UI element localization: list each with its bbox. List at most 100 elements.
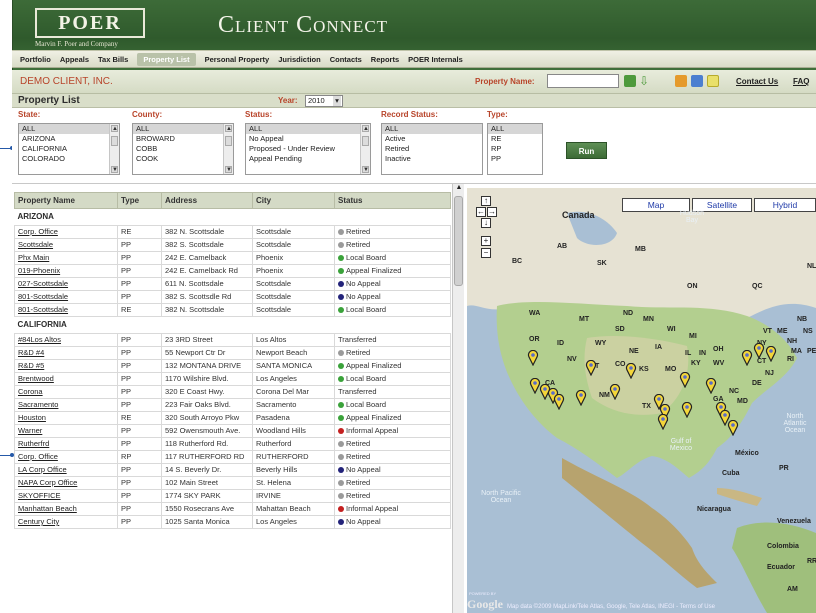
property-name-link[interactable]: Houston — [14, 411, 118, 425]
table-row[interactable]: Corp. Office RP 117 RUTHERFORD RD RUTHERFOR… — [14, 450, 451, 464]
property-marker-icon[interactable] — [765, 346, 777, 362]
property-marker-icon[interactable] — [679, 372, 691, 388]
property-name-link[interactable]: Manhattan Beach — [14, 502, 118, 516]
nav-item[interactable]: Reports — [371, 55, 399, 64]
scroll-thumb[interactable] — [225, 136, 232, 146]
zoom-out-icon[interactable]: − — [481, 248, 491, 258]
table-row[interactable]: Corona PP 320 E Coast Hwy. Corona Del Mar Tr… — [14, 385, 451, 399]
property-name-link[interactable]: LA Corp Office — [14, 463, 118, 477]
table-row[interactable]: 801-Scottsdale PP 382 S. Scottsdle Rd Scott… — [14, 290, 451, 304]
filter-option[interactable]: COOK — [133, 154, 233, 164]
property-name-link[interactable]: 801-Scottsdale — [14, 290, 118, 304]
table-row[interactable]: Manhattan Beach PP 1550 Rosecrans Ave Mahat… — [14, 502, 451, 516]
filter-option[interactable]: Retired — [382, 144, 482, 154]
list-scrollbar[interactable]: ▲ ▼ — [109, 124, 119, 174]
scroll-thumb[interactable] — [454, 196, 463, 286]
search-go-icon[interactable] — [624, 75, 636, 87]
table-row[interactable]: Sacramento PP 223 Fair Oaks Blvd. Sacrament… — [14, 398, 451, 412]
filter-option[interactable]: Appeal Pending — [246, 154, 370, 164]
property-marker-icon[interactable] — [553, 394, 565, 410]
type-list[interactable]: ALL RE RP PP — [487, 123, 543, 175]
table-scrollbar[interactable]: ▲ — [452, 184, 464, 613]
property-name-link[interactable]: Warner — [14, 424, 118, 438]
property-name-link[interactable]: Scottsdale — [14, 238, 118, 252]
table-row[interactable]: 801-Scottsdale RE 382 N. Scottsdale Scottsd… — [14, 303, 451, 317]
pan-up-icon[interactable]: ↑ — [481, 196, 491, 206]
nav-item[interactable]: Property List — [137, 52, 196, 66]
table-row[interactable]: Corp. Office RE 382 N. Scottsdale Scottsdal… — [14, 225, 451, 239]
filter-option[interactable]: Proposed - Under Review — [246, 144, 370, 154]
table-row[interactable]: Century City PP 1025 Santa Monica Los Angel… — [14, 515, 451, 529]
property-marker-icon[interactable] — [705, 378, 717, 394]
property-name-link[interactable]: 027-Scottsdale — [14, 277, 118, 291]
table-row[interactable]: Rutherfrd PP 118 Rutherford Rd. Rutherford R… — [14, 437, 451, 451]
state-list[interactable]: ALL ARIZONA CALIFORNIA COLORADO ▲ ▼ — [18, 123, 120, 175]
column-header[interactable]: Property Name — [14, 192, 118, 209]
property-name-link[interactable]: SKYOFFICE — [14, 489, 118, 503]
scroll-down-icon[interactable]: ▼ — [225, 166, 232, 173]
filter-option[interactable]: ALL — [19, 124, 119, 134]
filter-option[interactable]: Inactive — [382, 154, 482, 164]
table-row[interactable]: Scottsdale PP 382 S. Scottsdale Scottsdale R… — [14, 238, 451, 252]
filter-option[interactable]: COBB — [133, 144, 233, 154]
table-row[interactable]: Houston RE 320 South Arroyo Pkw Pasadena App… — [14, 411, 451, 425]
filter-option[interactable]: Active — [382, 134, 482, 144]
filter-option[interactable]: ALL — [246, 124, 370, 134]
table-row[interactable]: LA Corp Office PP 14 S. Beverly Dr. Beverly… — [14, 463, 451, 477]
column-header[interactable]: Address — [161, 192, 253, 209]
map-type-hybrid[interactable]: Hybrid — [754, 198, 816, 212]
property-name-link[interactable]: Rutherfrd — [14, 437, 118, 451]
county-list[interactable]: ALL BROWARD COBB COOK ▲ ▼ — [132, 123, 234, 175]
scroll-down-icon[interactable]: ▼ — [362, 166, 369, 173]
arrow-down-icon[interactable]: ⇩ — [639, 75, 651, 87]
zoom-in-icon[interactable]: + — [481, 236, 491, 246]
filter-option[interactable]: RE — [488, 134, 542, 144]
nav-item[interactable]: Portfolio — [20, 55, 51, 64]
property-name-link[interactable]: NAPA Corp Office — [14, 476, 118, 490]
table-row[interactable]: R&D #5 PP 132 MONTANA DRIVE SANTA MONICA App… — [14, 359, 451, 373]
filter-option[interactable]: COLORADO — [19, 154, 119, 164]
faq-link[interactable]: FAQ — [793, 77, 809, 86]
year-select[interactable]: 2010 ▾ — [305, 95, 343, 107]
property-marker-icon[interactable] — [657, 414, 669, 430]
property-name-link[interactable]: Corp. Office — [14, 450, 118, 464]
property-marker-icon[interactable] — [527, 350, 539, 366]
filter-option[interactable]: ALL — [382, 124, 482, 134]
export-icon[interactable] — [675, 75, 687, 87]
property-name-link[interactable]: Corp. Office — [14, 225, 118, 239]
filter-option[interactable]: BROWARD — [133, 134, 233, 144]
property-name-link[interactable]: R&D #4 — [14, 346, 118, 360]
pan-down-icon[interactable]: ↓ — [481, 218, 491, 228]
property-marker-icon[interactable] — [681, 402, 693, 418]
filter-option[interactable]: RP — [488, 144, 542, 154]
record-status-list[interactable]: ALL Active Retired Inactive — [381, 123, 483, 175]
property-name-link[interactable]: Phx Main — [14, 251, 118, 265]
table-row[interactable]: SKYOFFICE PP 1774 SKY PARK IRVINE Retired — [14, 489, 451, 503]
property-name-link[interactable]: Brentwood — [14, 372, 118, 386]
column-header[interactable]: City — [252, 192, 335, 209]
table-row[interactable]: Warner PP 592 Owensmouth Ave. Woodland Hill… — [14, 424, 451, 438]
table-row[interactable]: 027-Scottsdale PP 611 N. Scottsdale Scottsd… — [14, 277, 451, 291]
list-scrollbar[interactable]: ▲ ▼ — [360, 124, 370, 174]
table-row[interactable]: #84Los Altos PP 23 3RD Street Los Altos Tran… — [14, 333, 451, 347]
property-name-link[interactable]: Corona — [14, 385, 118, 399]
property-name-input[interactable] — [547, 74, 619, 88]
map-panel[interactable]: Map Satellite Hybrid ↑ ← → ↓ + − Canada H… — [467, 188, 816, 613]
table-row[interactable]: Brentwood PP 1170 Wilshire Blvd. Los Angele… — [14, 372, 451, 386]
property-name-link[interactable]: #84Los Altos — [14, 333, 118, 347]
nav-item[interactable]: Tax Bills — [98, 55, 128, 64]
nav-item[interactable]: Personal Property — [205, 55, 270, 64]
print-icon[interactable] — [691, 75, 703, 87]
column-header[interactable]: Type — [117, 192, 162, 209]
scroll-up-icon[interactable]: ▲ — [455, 184, 463, 192]
table-row[interactable]: Phx Main PP 242 E. Camelback Phoenix Local B… — [14, 251, 451, 265]
filter-option[interactable]: ALL — [133, 124, 233, 134]
nav-item[interactable]: POER Internals — [408, 55, 463, 64]
table-row[interactable]: 019-Phoenix PP 242 E. Camelback Rd Phoenix A… — [14, 264, 451, 278]
property-marker-icon[interactable] — [585, 360, 597, 376]
table-row[interactable]: R&D #4 PP 55 Newport Ctr Dr Newport Beach Re… — [14, 346, 451, 360]
nav-item[interactable]: Appeals — [60, 55, 89, 64]
column-header[interactable]: Status — [334, 192, 451, 209]
filter-option[interactable]: No Appeal — [246, 134, 370, 144]
property-marker-icon[interactable] — [609, 384, 621, 400]
